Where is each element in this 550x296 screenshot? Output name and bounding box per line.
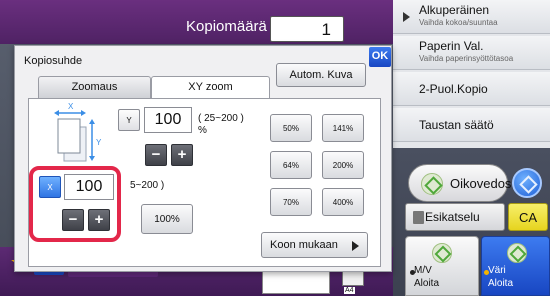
copy-count-field[interactable]: 1	[270, 16, 344, 42]
paper-select-title: Paperin Val.	[419, 39, 484, 53]
output-paper-size: A4	[344, 287, 355, 294]
color-start-diamond-icon	[507, 243, 527, 263]
x-minus-button[interactable]: −	[62, 209, 84, 231]
x-ratio-input[interactable]: 100	[64, 174, 114, 200]
ok-button[interactable]: OK	[369, 47, 391, 67]
expand-arrow-icon[interactable]	[403, 12, 410, 22]
preset-50-button[interactable]: 50%	[270, 114, 312, 142]
color-start-label: Aloita	[488, 278, 514, 289]
y-ratio-input[interactable]: 100	[144, 107, 192, 133]
bw-start-label: Aloita	[414, 278, 440, 289]
tab-zoom[interactable]: Zoomaus	[38, 76, 151, 98]
x-ratio-range: 5~200 )	[130, 180, 165, 191]
proof-copy-label: Oikovedos	[450, 176, 512, 191]
x-plus-button[interactable]: +	[88, 209, 110, 231]
y-minus-button[interactable]: −	[145, 144, 167, 166]
preset-64-button[interactable]: 64%	[270, 151, 312, 179]
xy-diagram-icon: X Y	[54, 103, 102, 162]
preset-141-button[interactable]: 141%	[322, 114, 364, 142]
fit-to-size-button[interactable]: Koon mukaan	[261, 232, 368, 258]
dialog-title: Kopiosuhde	[24, 55, 83, 67]
original-title: Alkuperäinen	[419, 3, 490, 17]
auto-image-button[interactable]: Autom. Kuva	[276, 63, 366, 87]
reset-100-button[interactable]: 100%	[141, 204, 193, 234]
clear-all-button[interactable]: CA	[508, 203, 548, 231]
preview-label: Esikatselu	[425, 210, 480, 224]
y-ratio-range: ( 25~200 )	[198, 113, 244, 124]
preset-200-button[interactable]: 200%	[322, 151, 364, 179]
paper-select-subtitle: Vaihda paperinsyöttötasoa	[419, 54, 514, 63]
duplex-copy-button[interactable]: 2-Puol.Kopio	[393, 72, 550, 106]
color-start-circle-icon[interactable]	[512, 168, 542, 198]
x-axis-tag[interactable]: X	[39, 176, 61, 198]
y-plus-button[interactable]: +	[171, 144, 193, 166]
bw-start-diamond-icon	[432, 243, 452, 263]
original-button[interactable]: Alkuperäinen Vaihda kokoa/suuntaa	[393, 0, 550, 34]
diagram-y-label: Y	[96, 138, 102, 147]
y-ratio-unit: %	[198, 125, 207, 136]
diagram-x-label: X	[68, 103, 74, 111]
copy-count-label: Kopiomäärä	[186, 18, 267, 35]
bw-label: M/V	[414, 265, 432, 276]
paper-select-button[interactable]: Paperin Val. Vaihda paperinsyöttötasoa	[393, 36, 550, 70]
start-diamond-icon	[421, 173, 443, 195]
y-axis-tag[interactable]: Y	[118, 109, 140, 131]
original-subtitle: Vaihda kokoa/suuntaa	[419, 18, 498, 27]
preset-70-button[interactable]: 70%	[270, 188, 312, 216]
duplex-copy-title: 2-Puol.Kopio	[419, 82, 488, 96]
background-adjust-title: Taustan säätö	[419, 118, 494, 132]
tab-xy-zoom[interactable]: XY zoom	[151, 76, 270, 99]
preset-400-button[interactable]: 400%	[322, 188, 364, 216]
background-adjust-button[interactable]: Taustan säätö	[393, 108, 550, 142]
preview-document-icon	[413, 211, 424, 224]
color-label: Väri	[488, 265, 506, 276]
